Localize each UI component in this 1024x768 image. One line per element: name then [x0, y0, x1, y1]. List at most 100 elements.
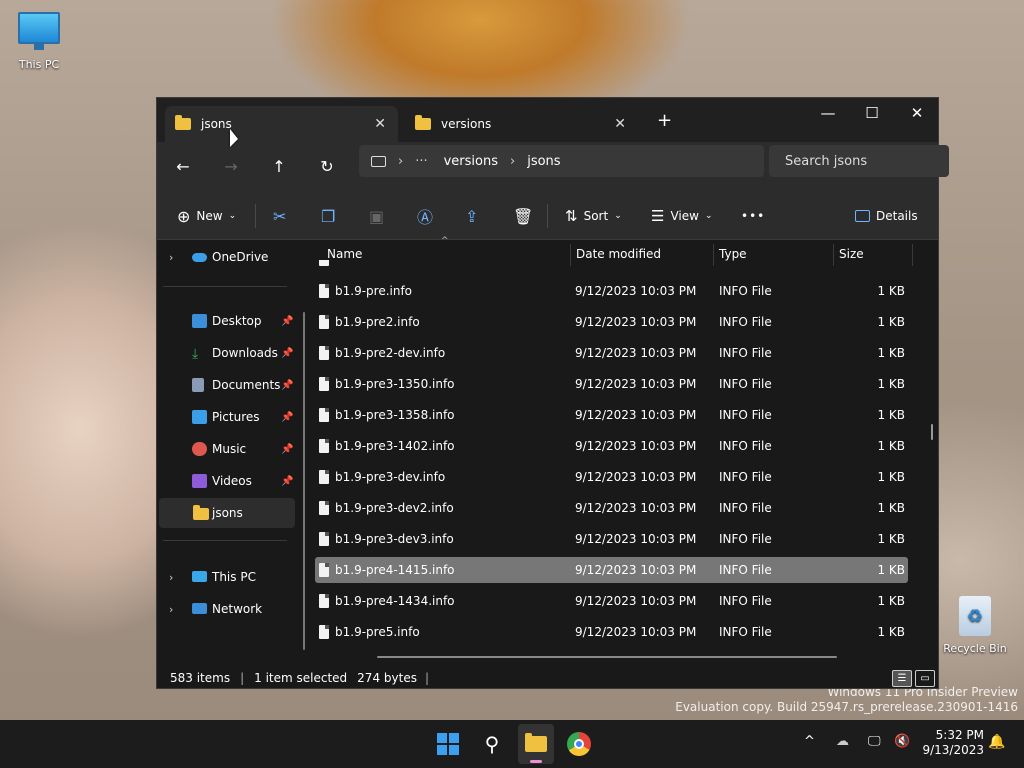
rename-button[interactable]: Ⓐ — [417, 202, 433, 230]
file-date: 9/12/2023 10:03 PM — [575, 470, 697, 484]
sidebar-item-pictures[interactable]: Pictures 📌 — [159, 402, 295, 432]
file-row[interactable]: b1.9-pre2.info 9/12/2023 10:03 PM INFO Fil… — [315, 309, 908, 335]
file-type: INFO File — [719, 470, 772, 484]
chevron-right-icon[interactable]: › — [169, 571, 173, 584]
file-size: 1 KB — [877, 470, 905, 484]
network-tray-icon[interactable]: 🖵 — [868, 734, 881, 749]
file-explorer-taskbar-button[interactable] — [518, 724, 554, 764]
file-row[interactable]: b1.9-pre3-1350.info 9/12/2023 10:03 PM INF… — [315, 371, 908, 397]
sidebar-item-network[interactable]: › Network — [159, 594, 295, 624]
volume-tray-icon[interactable]: 🔇 — [894, 734, 910, 749]
file-row[interactable]: b1.9-pre3-dev3.info 9/12/2023 10:03 PM INF… — [315, 526, 908, 552]
file-type: INFO File — [719, 284, 772, 298]
sidebar-item-this-pc[interactable]: › This PC — [159, 562, 295, 592]
file-size: 1 KB — [877, 284, 905, 298]
file-explorer-window: jsons ✕ versions ✕ + — ☐ ✕ ← → ↑ ↻ › ···… — [156, 97, 949, 690]
view-button[interactable]: ☰ View ⌄ — [651, 202, 712, 230]
tab-versions[interactable]: versions ✕ — [405, 106, 638, 142]
refresh-button[interactable]: ↻ — [312, 151, 342, 181]
sidebar-item-desktop[interactable]: Desktop 📌 — [159, 306, 295, 336]
file-row[interactable]: b1.9-pre.info 9/12/2023 10:03 PM INFO File… — [315, 278, 908, 304]
maximize-button[interactable]: ☐ — [849, 98, 895, 128]
copy-button[interactable]: ❐ — [321, 202, 335, 230]
back-button[interactable]: ← — [168, 151, 198, 181]
clock[interactable]: 5:32 PM 9/13/2023 — [918, 728, 984, 758]
sidebar-scrollbar[interactable] — [303, 312, 305, 650]
sidebar-item-videos[interactable]: Videos 📌 — [159, 466, 295, 496]
details-view-button[interactable]: ☰ — [892, 669, 912, 687]
file-row[interactable]: b1.9-pre2-dev.info 9/12/2023 10:03 PM INFO… — [315, 340, 908, 366]
file-date: 9/12/2023 10:03 PM — [575, 346, 697, 360]
list-view-icon: ☰ — [651, 207, 665, 225]
sidebar-item-documents[interactable]: Documents 📌 — [159, 370, 295, 400]
breadcrumb-jsons[interactable]: jsons — [527, 154, 560, 169]
show-hidden-icons-button[interactable]: ^ — [804, 734, 815, 749]
delete-button[interactable]: 🗑 — [513, 202, 533, 230]
sidebar-item-music[interactable]: Music 📌 — [159, 434, 295, 464]
file-icon — [319, 315, 329, 329]
file-row[interactable]: b1.9-pre3-1358.info 9/12/2023 10:03 PM INF… — [315, 402, 908, 428]
file-row[interactable]: b1.9-pre3-1402.info 9/12/2023 10:03 PM INF… — [315, 433, 908, 459]
file-size: 1 KB — [877, 532, 905, 546]
sort-indicator-icon: ^ — [441, 236, 449, 246]
close-tab-icon[interactable]: ✕ — [374, 116, 386, 132]
chevron-down-icon: ⌄ — [704, 211, 713, 221]
file-icon — [319, 346, 329, 360]
up-button[interactable]: ↑ — [264, 151, 294, 181]
status-bar: 583 items | 1 item selected 274 bytes | … — [157, 666, 938, 690]
forward-button[interactable]: → — [216, 151, 246, 181]
copy-icon: ❐ — [321, 206, 336, 226]
file-row[interactable]: b1.9-pre4-1415.info 9/12/2023 10:03 PM INF… — [315, 557, 908, 583]
file-icon — [319, 470, 329, 484]
new-tab-button[interactable]: + — [657, 110, 672, 131]
file-row[interactable]: b1.9-pre3-dev.info 9/12/2023 10:03 PM INFO… — [315, 464, 908, 490]
file-icon — [319, 594, 329, 608]
more-locations-icon[interactable]: ··· — [415, 154, 427, 169]
tab-jsons[interactable]: jsons ✕ — [165, 106, 398, 142]
arrow-right-icon: → — [224, 156, 238, 176]
desktop-icon-recycle-bin[interactable]: ♻ Recycle Bin — [940, 596, 1010, 655]
file-name: b1.9-pre.info — [335, 284, 413, 298]
cut-button[interactable]: ✂ — [273, 202, 286, 230]
chevron-right-icon[interactable]: › — [169, 251, 173, 264]
file-name: b1.9-pre2.info — [335, 315, 420, 329]
rename-icon: Ⓐ — [417, 208, 434, 227]
horizontal-scrollbar[interactable] — [377, 656, 837, 658]
sidebar-item-jsons[interactable]: jsons — [159, 498, 295, 528]
file-name: b1.9-pre4-1434.info — [335, 594, 455, 608]
sidebar-item-onedrive[interactable]: › OneDrive — [159, 242, 295, 272]
folder-icon — [193, 505, 209, 520]
paste-button[interactable]: ▣ — [369, 202, 384, 230]
notification-bell-icon[interactable]: 🔔 — [988, 734, 1005, 750]
chrome-taskbar-button[interactable] — [565, 730, 593, 758]
minimize-button[interactable]: — — [805, 98, 851, 128]
start-button[interactable] — [434, 730, 462, 758]
sidebar-item-downloads[interactable]: ⤓ Downloads 📌 — [159, 338, 295, 368]
close-tab-icon[interactable]: ✕ — [614, 116, 626, 132]
new-button[interactable]: ⊕ New ⌄ — [177, 202, 236, 230]
tiles-view-button[interactable]: ▭ — [915, 669, 935, 687]
file-size: 1 KB — [877, 625, 905, 639]
search-button[interactable]: ⚲ — [478, 730, 506, 758]
sort-button[interactable]: ⇅ Sort ⌄ — [565, 202, 622, 230]
details-pane-button[interactable]: Details — [855, 202, 918, 230]
search-input[interactable]: Search jsons — [769, 145, 949, 177]
breadcrumb-versions[interactable]: versions — [444, 154, 498, 169]
file-row-partial[interactable] — [315, 260, 908, 268]
onedrive-tray-icon[interactable]: ☁ — [836, 734, 849, 749]
file-name: b1.9-pre2-dev.info — [335, 346, 446, 360]
chevron-down-icon: ⌄ — [228, 211, 237, 221]
vertical-scrollbar[interactable] — [931, 424, 933, 440]
more-options-button[interactable]: ••• — [741, 202, 765, 230]
desktop-icon-this-pc[interactable]: This PC — [4, 12, 74, 71]
file-size: 1 KB — [877, 439, 905, 453]
share-button[interactable]: ⇪ — [465, 202, 478, 230]
file-row[interactable]: b1.9-pre3-dev2.info 9/12/2023 10:03 PM INF… — [315, 495, 908, 521]
close-window-button[interactable]: ✕ — [894, 98, 940, 128]
file-row[interactable]: b1.9-pre5.info 9/12/2023 10:03 PM INFO Fil… — [315, 619, 908, 645]
file-icon — [319, 501, 329, 515]
chevron-right-icon[interactable]: › — [169, 603, 173, 616]
clipboard-icon: ▣ — [369, 206, 385, 226]
address-bar[interactable]: › ··· versions › jsons — [359, 145, 764, 177]
file-row[interactable]: b1.9-pre4-1434.info 9/12/2023 10:03 PM INF… — [315, 588, 908, 614]
